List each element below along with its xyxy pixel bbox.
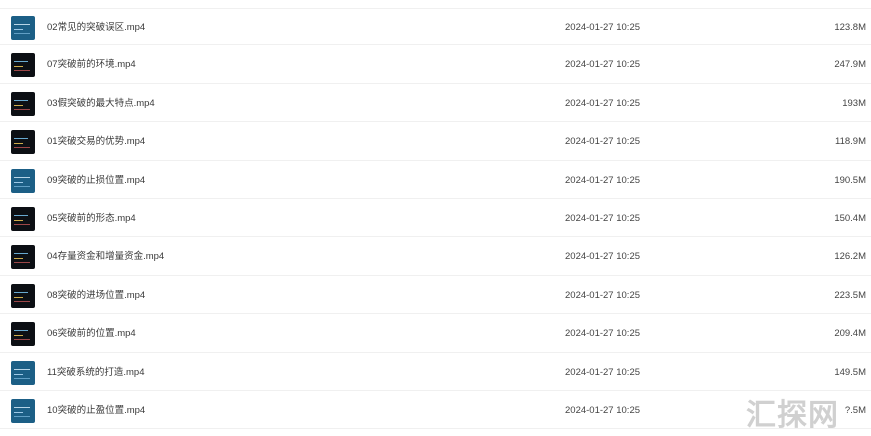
video-thumbnail-icon xyxy=(11,91,35,116)
file-date: 2024-01-27 10:25 xyxy=(565,59,641,71)
file-row[interactable]: 03假突破的最大特点.mp4 2024-01-27 10:25 193M xyxy=(0,85,871,123)
file-size: 247.9M xyxy=(834,59,866,71)
file-date: 2024-01-27 10:25 xyxy=(565,136,641,148)
file-date: 2024-01-27 10:25 xyxy=(565,328,641,340)
file-name[interactable]: 11突破系统的打造.mp4 xyxy=(47,354,144,391)
file-name[interactable]: 01突破交易的优势.mp4 xyxy=(47,123,145,160)
file-date: 2024-01-27 10:25 xyxy=(565,366,641,378)
video-thumbnail-icon xyxy=(11,16,35,40)
file-name[interactable]: 08突破的进场位置.mp4 xyxy=(47,277,145,314)
file-name[interactable]: 02常见的突破误区.mp4 xyxy=(47,9,145,46)
file-size: 149.5M xyxy=(834,366,866,378)
file-row[interactable]: 01突破交易的优势.mp4 2024-01-27 10:25 118.9M xyxy=(0,123,871,161)
file-name[interactable]: 07突破前的环境.mp4 xyxy=(47,46,136,83)
file-row[interactable]: 07突破前的环境.mp4 2024-01-27 10:25 247.9M xyxy=(0,46,871,84)
file-row[interactable]: 08突破的进场位置.mp4 2024-01-27 10:25 223.5M xyxy=(0,277,871,315)
video-thumbnail-icon xyxy=(11,53,35,78)
video-thumbnail-icon xyxy=(11,283,35,308)
file-size: 223.5M xyxy=(834,289,866,301)
file-size: 126.2M xyxy=(834,251,866,263)
file-row[interactable]: 11突破系统的打造.mp4 2024-01-27 10:25 149.5M xyxy=(0,354,871,391)
video-thumbnail-icon xyxy=(11,168,35,193)
file-name[interactable]: 10突破的止盈位置.mp4 xyxy=(47,392,145,429)
file-list: 02常见的突破误区.mp4 2024-01-27 10:25 123.8M 07… xyxy=(0,8,871,430)
file-date: 2024-01-27 10:25 xyxy=(565,404,641,416)
video-thumbnail-icon xyxy=(11,322,35,347)
file-row[interactable]: 02常见的突破误区.mp4 2024-01-27 10:25 123.8M xyxy=(0,8,871,46)
file-name[interactable]: 04存量资金和增量资金.mp4 xyxy=(47,238,164,275)
file-size: 190.5M xyxy=(834,174,866,186)
file-date: 2024-01-27 10:25 xyxy=(565,251,641,263)
video-thumbnail-icon xyxy=(11,206,35,231)
file-row[interactable]: 05突破前的形态.mp4 2024-01-27 10:25 150.4M xyxy=(0,200,871,238)
file-date: 2024-01-27 10:25 xyxy=(565,289,641,301)
file-name[interactable]: 05突破前的形态.mp4 xyxy=(47,200,136,237)
file-date: 2024-01-27 10:25 xyxy=(565,22,641,33)
file-row[interactable]: 10突破的止盈位置.mp4 2024-01-27 10:25 ?.5M xyxy=(0,392,871,430)
file-name[interactable]: 03假突破的最大特点.mp4 xyxy=(47,85,155,122)
file-size: 209.4M xyxy=(834,328,866,340)
file-date: 2024-01-27 10:25 xyxy=(565,174,641,186)
file-size: 193M xyxy=(842,97,866,109)
file-size: 123.8M xyxy=(834,22,866,33)
video-thumbnail-icon xyxy=(11,360,35,385)
file-row[interactable]: 06突破前的位置.mp4 2024-01-27 10:25 209.4M xyxy=(0,315,871,353)
file-date: 2024-01-27 10:25 xyxy=(565,212,641,224)
file-row[interactable]: 04存量资金和增量资金.mp4 2024-01-27 10:25 126.2M xyxy=(0,238,871,276)
file-size: 118.9M xyxy=(835,136,866,148)
file-size: ?.5M xyxy=(844,404,866,416)
file-date: 2024-01-27 10:25 xyxy=(565,97,641,109)
file-size: 150.4M xyxy=(834,212,866,224)
file-row[interactable]: 09突破的止损位置.mp4 2024-01-27 10:25 190.5M xyxy=(0,162,871,199)
video-thumbnail-icon xyxy=(11,245,35,270)
file-name[interactable]: 06突破前的位置.mp4 xyxy=(47,315,136,352)
video-thumbnail-icon xyxy=(11,398,35,423)
video-thumbnail-icon xyxy=(11,130,35,155)
file-name[interactable]: 09突破的止损位置.mp4 xyxy=(47,162,145,199)
